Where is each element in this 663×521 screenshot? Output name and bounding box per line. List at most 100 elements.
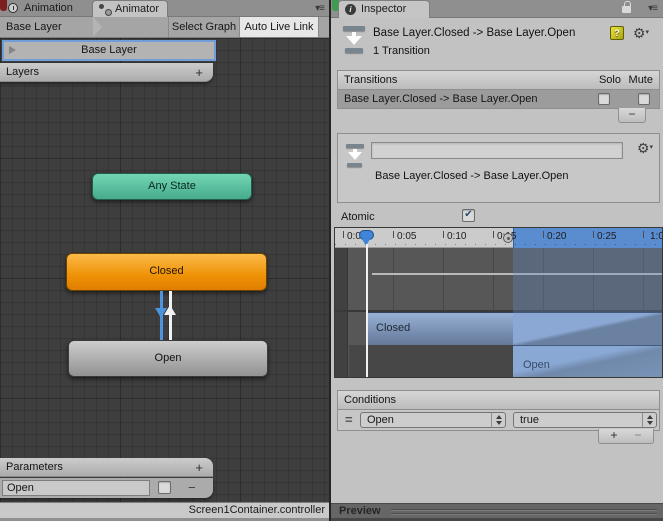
transition-arrowhead-up-icon xyxy=(164,305,176,315)
transition-count: 1 Transition xyxy=(373,45,430,57)
preview-resize-grip[interactable] xyxy=(391,509,657,515)
condition-parameter-dropdown[interactable]: Open xyxy=(360,412,506,428)
layer-row-label: Base Layer xyxy=(81,44,137,56)
transition-icon xyxy=(343,26,365,53)
layers-header-label: Layers xyxy=(6,66,40,78)
tab-inspector[interactable]: i Inspector xyxy=(338,0,430,18)
info-icon: i xyxy=(345,4,356,15)
transitions-list-header: Transitions Solo Mute xyxy=(338,71,659,89)
ruler-tick xyxy=(393,231,394,238)
state-machine-graph[interactable]: Base Layer Layers + Any State Closed Ope… xyxy=(0,38,329,502)
state-node-open[interactable]: Open xyxy=(68,340,268,377)
drag-handle-icon[interactable]: = xyxy=(345,412,353,427)
conditions-list: Conditions = Open true xyxy=(337,390,660,431)
conditions-list-header: Conditions xyxy=(338,391,659,409)
node-label: Open xyxy=(154,352,182,364)
transition-list-row[interactable]: Base Layer.Closed -> Base Layer.Open xyxy=(338,89,659,108)
transition-start-handle[interactable] xyxy=(503,233,513,243)
animator-icon xyxy=(99,4,112,16)
parameter-name-field[interactable]: Open xyxy=(2,480,150,496)
ruler-label: 0:20 xyxy=(547,231,567,242)
ruler-tick xyxy=(443,231,444,238)
transition-region-overlay[interactable] xyxy=(513,248,662,377)
transitions-title: Transitions xyxy=(344,74,398,86)
parameter-value-checkbox[interactable] xyxy=(158,481,171,494)
remove-transition-button[interactable]: − xyxy=(618,108,646,123)
remove-condition-button[interactable]: − xyxy=(626,429,650,442)
ruler-tick xyxy=(543,231,544,238)
gear-icon[interactable]: ⚙▾ xyxy=(637,141,653,155)
add-layer-button[interactable]: + xyxy=(195,65,203,80)
add-condition-button[interactable]: + xyxy=(602,429,626,442)
unity-editor-window: Animation Animator ▾≡ Base Layer Select … xyxy=(0,0,663,521)
condition-value: true xyxy=(520,414,539,426)
breadcrumb[interactable]: Base Layer xyxy=(6,21,62,33)
checkmark-icon: ✔ xyxy=(464,209,473,220)
ruler-label: 0:25 xyxy=(597,231,617,242)
transition-name-field[interactable] xyxy=(371,142,623,159)
help-icon[interactable]: ? xyxy=(610,26,624,40)
ruler-tick xyxy=(643,231,644,238)
inspector-tab-bar: i Inspector ▾≡ xyxy=(331,0,663,18)
playhead-line[interactable] xyxy=(366,244,368,377)
pane-menu-icon[interactable]: ▾≡ xyxy=(648,3,658,14)
ruler-tick xyxy=(343,231,344,238)
condition-value-dropdown[interactable]: true xyxy=(513,412,657,428)
animator-pane: Animation Animator ▾≡ Base Layer Select … xyxy=(0,0,329,521)
controller-status-bar: Screen1Container.controller xyxy=(0,502,329,518)
ruler-minor-ticks xyxy=(335,244,662,245)
animator-toolbar: Base Layer Select Graph Auto Live Link xyxy=(0,17,329,38)
select-graph-button[interactable]: Select Graph xyxy=(168,17,240,37)
node-label: Any State xyxy=(148,180,196,192)
clock-icon xyxy=(8,3,18,13)
preview-label: Preview xyxy=(339,505,381,517)
mute-checkbox[interactable] xyxy=(638,93,650,105)
transition-detail-label: Base Layer.Closed -> Base Layer.Open xyxy=(375,170,569,182)
layer-row-base-layer[interactable]: Base Layer xyxy=(2,40,216,61)
lock-icon[interactable] xyxy=(622,1,631,13)
transitions-list: Transitions Solo Mute Base Layer.Closed … xyxy=(337,70,660,109)
timeline-ruler[interactable]: 0:00 0:05 0:10 0:15 0:20 0:25 1:00 xyxy=(335,228,662,248)
dropdown-arrows-icon xyxy=(491,413,505,427)
atomic-label: Atomic xyxy=(341,211,375,223)
tab-animator-label: Animator xyxy=(115,3,160,15)
preview-bar[interactable]: Preview xyxy=(331,503,663,518)
tab-animator[interactable]: Animator xyxy=(92,0,169,17)
tab-animation-label: Animation xyxy=(24,2,73,14)
pane-menu-icon[interactable]: ▾≡ xyxy=(315,3,325,14)
transition-timeline[interactable]: Closed Open 0:00 0:05 0:10 0:15 0:2 xyxy=(334,227,663,378)
bar-label: Closed xyxy=(376,322,411,334)
ruler-label: 0:10 xyxy=(447,231,467,242)
play-triangle-icon xyxy=(9,46,16,54)
solo-column-label: Solo xyxy=(598,74,621,86)
add-parameter-button[interactable]: + xyxy=(195,460,203,475)
state-node-any-state[interactable]: Any State xyxy=(92,173,252,200)
layers-panel-header: Layers + xyxy=(0,63,213,82)
dropdown-arrows-icon xyxy=(642,413,656,427)
controller-name: Screen1Container.controller xyxy=(188,504,325,516)
parameters-panel-header: Parameters + xyxy=(0,458,213,477)
solo-checkbox[interactable] xyxy=(598,93,610,105)
tab-animation[interactable]: Animation xyxy=(2,0,81,17)
atomic-checkbox[interactable]: ✔ xyxy=(462,209,475,222)
tab-inspector-label: Inspector xyxy=(361,3,407,15)
mute-column-label: Mute xyxy=(628,74,653,86)
transition-row-label: Base Layer.Closed -> Base Layer.Open xyxy=(344,93,538,105)
auto-live-link-button[interactable]: Auto Live Link xyxy=(240,17,319,37)
condition-row: = Open true xyxy=(338,409,659,430)
condition-parameter-value: Open xyxy=(367,414,394,426)
remove-parameter-button[interactable]: − xyxy=(188,480,196,495)
transition-icon xyxy=(346,144,364,167)
parameters-header-label: Parameters xyxy=(6,461,63,473)
transition-title: Base Layer.Closed -> Base Layer.Open xyxy=(373,27,576,39)
ruler-tick xyxy=(493,231,494,238)
parameter-row-open: Open − xyxy=(0,478,213,498)
transition-arrow-open-to-closed[interactable] xyxy=(169,291,172,340)
inspector-pane: i Inspector ▾≡ Base Layer.Closed -> Base… xyxy=(331,0,663,521)
node-label: Closed xyxy=(149,265,184,277)
playhead-handle[interactable] xyxy=(359,230,374,246)
state-node-closed[interactable]: Closed xyxy=(66,253,267,291)
transition-detail-box: Base Layer.Closed -> Base Layer.Open ⚙▾ xyxy=(337,133,660,203)
left-tab-bar: Animation Animator ▾≡ xyxy=(0,0,329,17)
gear-icon[interactable]: ⚙▾ xyxy=(633,26,649,40)
